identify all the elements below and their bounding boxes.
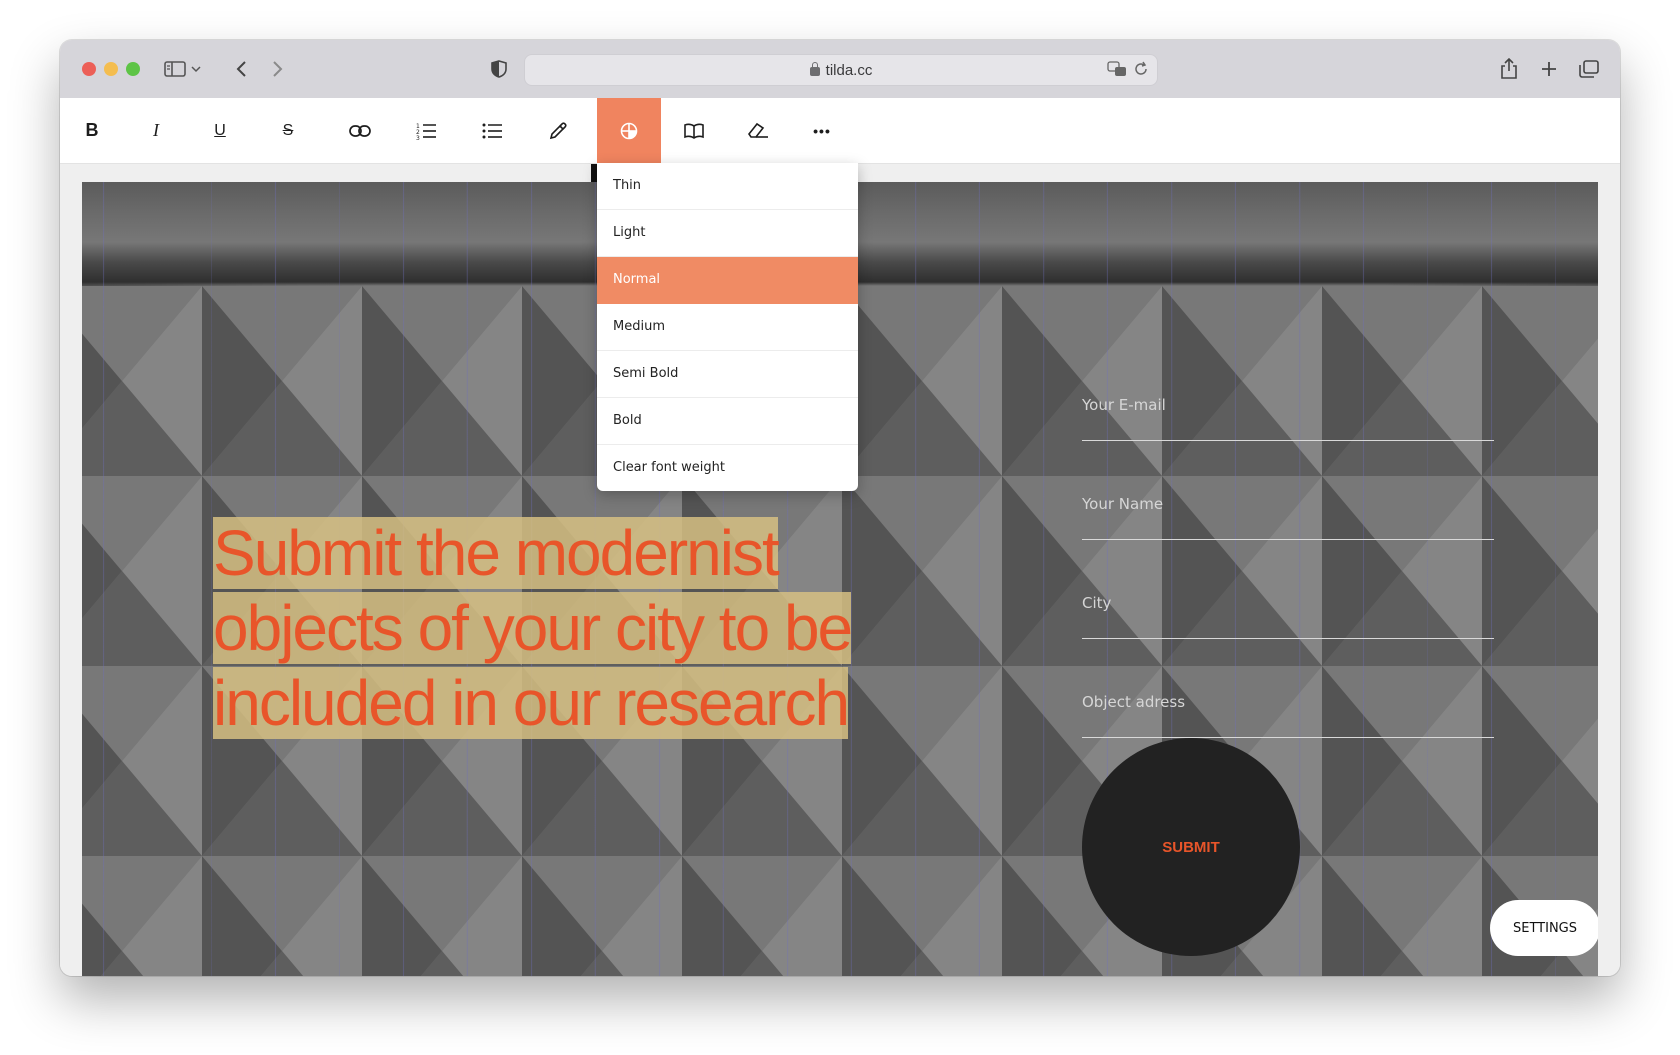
svg-text:3: 3 [416,135,420,140]
headline-line-2: objects of your city to be [213,592,853,664]
strikethrough-button[interactable]: S [256,98,320,163]
city-field[interactable] [1082,594,1494,612]
shield-icon[interactable] [484,54,514,84]
zoom-window-button[interactable] [126,62,140,76]
bold-button[interactable]: B [60,98,124,163]
clear-format-button[interactable] [726,98,790,163]
new-tab-icon[interactable] [1534,54,1564,84]
ordered-list-button[interactable]: 123 [394,98,458,163]
book-icon [684,123,704,139]
italic-icon: I [153,120,159,140]
url-display: tilda.cc [525,62,1157,79]
more-options-button[interactable]: ••• [790,98,854,163]
headline-line-3: included in our research [213,667,850,739]
reload-icon[interactable] [1133,61,1149,82]
font-weight-option-normal[interactable]: Normal [597,257,858,304]
share-icon[interactable] [1494,54,1524,84]
headline-line-1: Submit the modernist [213,517,780,589]
headline-text[interactable]: Submit the modernist objects of your cit… [213,516,919,741]
font-weight-option-light[interactable]: Light [597,210,858,257]
bold-icon: B [85,120,99,140]
unordered-list-icon [482,123,502,138]
more-icon: ••• [813,122,831,139]
font-weight-option-thin[interactable]: Thin [597,163,858,210]
typography-button[interactable] [662,98,726,163]
headline-block[interactable]: Submit the modernist objects of your cit… [213,516,919,741]
name-field-wrapper [1082,441,1494,540]
chevron-down-icon[interactable] [186,54,206,84]
font-weight-icon [620,122,638,139]
minimize-window-button[interactable] [104,62,118,76]
italic-button[interactable]: I [124,98,188,163]
url-text: tilda.cc [825,62,873,79]
tabs-overview-icon[interactable] [1574,54,1604,84]
eyedropper-icon [549,121,567,139]
submission-form [1082,342,1494,738]
clear-font-weight-option[interactable]: Clear font weight [597,445,858,491]
settings-button[interactable]: SETTINGS [1490,900,1598,956]
address-field[interactable] [1082,693,1494,711]
lock-icon [809,62,820,76]
link-icon [349,124,371,137]
font-weight-option-semi-bold[interactable]: Semi Bold [597,351,858,398]
underline-button[interactable]: U [188,98,252,163]
browser-toolbar: tilda.cc [60,40,1620,99]
font-weight-option-medium[interactable]: Medium [597,304,858,351]
name-field[interactable] [1082,495,1494,513]
browser-window: tilda.cc B I U S 1 2 3 ••• Thin Light No… [60,40,1620,976]
city-field-wrapper [1082,540,1494,639]
ordered-list-icon: 123 [416,123,436,140]
link-button[interactable] [328,98,392,163]
translate-icon[interactable] [1107,61,1127,82]
submit-button[interactable]: SUBMIT [1082,738,1300,956]
underline-icon: U [214,121,226,139]
font-weight-button[interactable] [597,98,661,163]
unordered-list-button[interactable] [460,98,524,163]
address-field-wrapper [1082,639,1494,738]
font-weight-menu: Thin Light Normal Medium Semi Bold Bold … [597,163,858,491]
font-weight-option-bold[interactable]: Bold [597,398,858,445]
text-format-toolbar: B I U S 123 ••• [60,98,1620,164]
forward-icon[interactable] [263,54,293,84]
address-bar[interactable]: tilda.cc [524,54,1158,86]
back-icon[interactable] [226,54,256,84]
strikethrough-icon: S [282,121,294,139]
color-picker-button[interactable] [526,98,590,163]
eraser-icon [748,122,768,138]
close-window-button[interactable] [82,62,96,76]
email-field-wrapper [1082,342,1494,441]
email-field[interactable] [1082,396,1494,414]
